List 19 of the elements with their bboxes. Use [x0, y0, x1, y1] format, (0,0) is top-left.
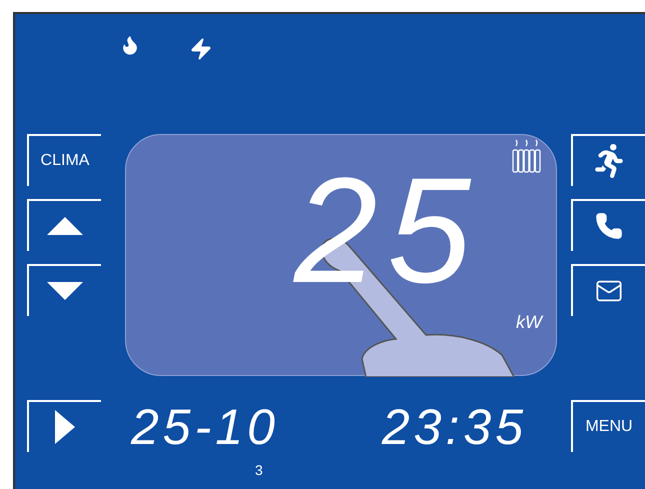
unit-label: kW	[516, 311, 542, 333]
radiator-icon	[512, 139, 542, 173]
mail-button[interactable]	[571, 264, 645, 316]
exit-button[interactable]	[571, 134, 645, 186]
phone-icon	[595, 212, 623, 240]
day-number: 3	[255, 461, 264, 480]
down-button[interactable]	[27, 264, 101, 316]
date-display: 25-10	[131, 400, 279, 454]
phone-button[interactable]	[571, 199, 645, 251]
clima-button[interactable]: CLIMA	[27, 134, 101, 186]
power-value: 25	[294, 155, 481, 305]
down-arrow-icon	[47, 282, 83, 300]
time-display: 23:35	[382, 400, 527, 454]
up-arrow-icon	[47, 217, 83, 235]
menu-button[interactable]: MENU	[571, 400, 645, 452]
running-person-icon	[592, 144, 626, 178]
up-button[interactable]	[27, 199, 101, 251]
play-icon	[55, 410, 75, 444]
play-button[interactable]	[27, 400, 101, 452]
